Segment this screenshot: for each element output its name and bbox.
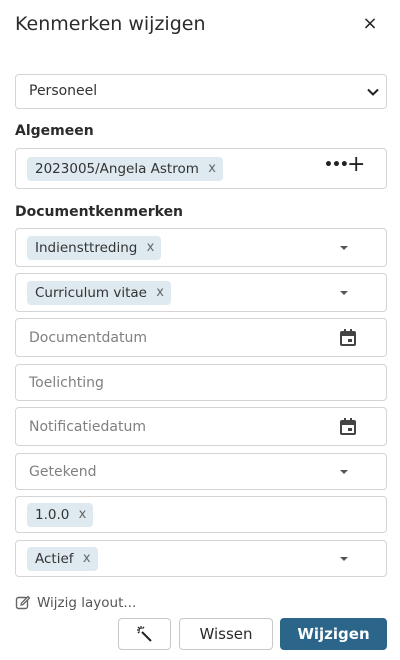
category-select-value: Personeel <box>29 83 98 99</box>
document-subtype-field[interactable]: Curriculum vitae x <box>15 273 387 312</box>
status-chip: Actief x <box>27 547 98 571</box>
caret-down-icon[interactable] <box>340 291 348 295</box>
chip-remove-icon[interactable]: x <box>156 281 164 305</box>
chip-remove-icon[interactable]: x <box>147 236 155 260</box>
signed-field[interactable]: Getekend <box>15 453 387 490</box>
version-chip-label: 1.0.0 <box>35 507 70 523</box>
caret-down-icon[interactable] <box>340 557 348 561</box>
caret-down-icon[interactable] <box>340 470 348 474</box>
dialog-title: Kenmerken wijzigen <box>15 13 206 35</box>
general-chip: 2023005/Angela Astrom x <box>27 157 223 181</box>
clear-button[interactable]: Wissen <box>179 618 273 650</box>
document-date-field[interactable]: Documentdatum <box>15 318 387 357</box>
status-chip-label: Actief <box>35 551 74 567</box>
chip-remove-icon[interactable]: x <box>208 157 216 181</box>
close-icon[interactable]: × <box>360 14 380 34</box>
edit-layout-link[interactable]: Wijzig layout... <box>15 595 136 611</box>
calendar-icon[interactable] <box>340 329 356 346</box>
document-type-chip: Indiensttreding x <box>27 236 162 260</box>
add-icon[interactable]: + <box>347 152 365 177</box>
document-date-placeholder: Documentdatum <box>29 330 147 346</box>
caret-down-icon[interactable] <box>340 246 348 250</box>
magic-wand-icon <box>136 626 152 642</box>
chip-remove-icon[interactable]: x <box>79 503 87 527</box>
category-select[interactable]: Personeel <box>15 74 387 109</box>
document-type-chip-label: Indiensttreding <box>35 240 138 256</box>
note-field[interactable]: Toelichting <box>15 364 387 401</box>
general-chip-label: 2023005/Angela Astrom <box>35 161 199 177</box>
section-general-heading: Algemeen <box>15 123 94 139</box>
more-options-icon[interactable]: ••• <box>324 157 349 173</box>
notification-date-placeholder: Notificatiedatum <box>29 419 146 435</box>
document-subtype-chip: Curriculum vitae x <box>27 281 171 305</box>
magic-wand-button[interactable] <box>118 618 171 650</box>
apply-button[interactable]: Wijzigen <box>280 618 387 650</box>
general-field[interactable]: 2023005/Angela Astrom x ••• + <box>15 148 387 189</box>
document-subtype-chip-label: Curriculum vitae <box>35 285 147 301</box>
chevron-down-icon <box>367 88 379 96</box>
chip-remove-icon[interactable]: x <box>83 547 91 571</box>
edit-layout-label: Wijzig layout... <box>37 595 137 611</box>
calendar-icon[interactable] <box>340 418 356 435</box>
signed-placeholder: Getekend <box>29 464 97 480</box>
edit-icon <box>15 595 31 610</box>
section-document-heading: Documentkenmerken <box>15 204 184 220</box>
document-type-field[interactable]: Indiensttreding x <box>15 228 387 267</box>
status-field[interactable]: Actief x <box>15 540 387 577</box>
version-chip: 1.0.0 x <box>27 503 94 527</box>
version-field[interactable]: 1.0.0 x <box>15 496 387 533</box>
note-placeholder: Toelichting <box>29 375 104 391</box>
notification-date-field[interactable]: Notificatiedatum <box>15 407 387 446</box>
